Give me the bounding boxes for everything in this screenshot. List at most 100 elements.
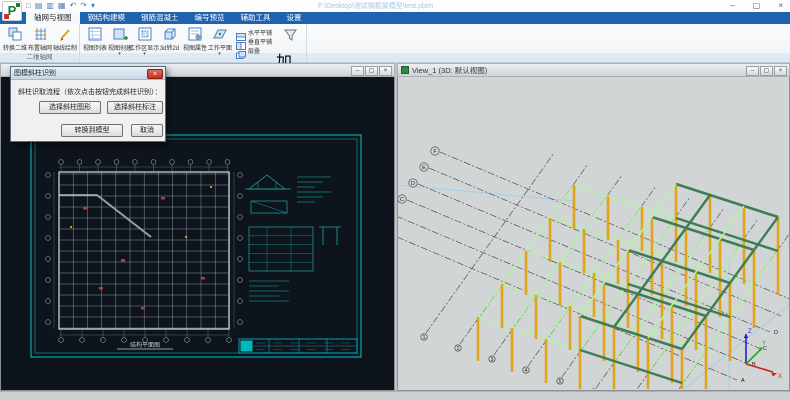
ribbon: 转换二维布置轴网轴线绘制二维轴网视图列表视图创建▾工作区显示▾3d转2d视图属性… xyxy=(0,24,790,63)
svg-text:D: D xyxy=(774,330,778,336)
close-button[interactable]: × xyxy=(775,0,786,11)
convert-icon xyxy=(7,26,23,42)
ribbon-group-0: 转换二维布置轴网轴线绘制二维轴网 xyxy=(0,24,80,62)
save-as-icon[interactable]: ▦ xyxy=(58,1,66,11)
columns xyxy=(478,184,778,389)
ribbon-button-label: 视图创建 xyxy=(108,42,132,51)
ribbon-group-1: 视图列表视图创建▾工作区显示▾3d转2d视图属性工作平面▾水平平铺垂直平铺层叠加… xyxy=(80,24,307,62)
quick-access-toolbar: □ ▤▥ ▦ ↶↷ ▾ xyxy=(26,1,95,11)
drawing-close-button[interactable]: × xyxy=(379,66,392,76)
ribbon-button-label: 布置轴网 xyxy=(28,42,52,51)
ribbon-button-label: 转换二维 xyxy=(3,42,27,51)
redo-icon[interactable]: ↷ xyxy=(80,1,87,11)
view3d-minimize-button[interactable]: ‒ xyxy=(746,66,759,76)
ribbon-tab-4[interactable]: 辅助工具 xyxy=(233,12,279,24)
plane-icon xyxy=(212,26,228,42)
open-file-icon[interactable]: ▤ xyxy=(35,1,43,11)
window-title: F:\Desktop\测试钢框架模型\test.pbim xyxy=(318,1,433,11)
steel-frame-3d-view[interactable]: FEDDCCBA12345678XYZ xyxy=(398,77,789,389)
drawing-maximize-button[interactable]: ▢ xyxy=(365,66,378,76)
svg-text:2: 2 xyxy=(457,346,460,352)
stack-button-label: 垂直平铺 xyxy=(248,36,272,45)
ribbon-button-label: 视图属性 xyxy=(183,42,207,51)
titlebar: P □▤▥▦↶↷▾ F:\Desktop\测试钢框架模型\test.pbim –… xyxy=(0,0,790,12)
cancel-button[interactable]: 取消 xyxy=(131,124,163,137)
cube-icon xyxy=(162,26,178,42)
beams-dark-level1 xyxy=(580,218,778,383)
stack-button-label: 水平平铺 xyxy=(248,27,272,36)
convert-to-model-button[interactable]: 转换到模型 xyxy=(61,124,123,137)
dialog-close-button[interactable]: × xyxy=(147,69,163,79)
select-column-shape-button[interactable]: 选择斜柱图形 xyxy=(39,101,101,114)
svg-text:4: 4 xyxy=(525,368,528,374)
ribbon-button-1-3[interactable]: 3d转2d xyxy=(157,25,182,52)
ribbon-button-1-2[interactable]: 工作区显示▾ xyxy=(132,25,157,56)
grid-icon xyxy=(32,26,48,42)
plan-grid xyxy=(59,172,229,329)
ribbon-tab-3[interactable]: 编号预览 xyxy=(187,12,233,24)
svg-text:1: 1 xyxy=(423,335,426,341)
cascade-icon xyxy=(236,46,246,54)
ribbon-button-1-5[interactable]: 工作平面▾ xyxy=(207,25,232,56)
ribbon-tab-1[interactable]: 钢结构建模 xyxy=(80,12,134,24)
view3d-title: View_1 (3D: 默认视图) xyxy=(412,65,487,76)
tileh-icon xyxy=(236,28,246,36)
svg-text:3: 3 xyxy=(491,357,494,363)
save-icon[interactable]: ▥ xyxy=(46,1,54,11)
select-column-annotation-button[interactable]: 选择斜柱标注 xyxy=(107,101,163,114)
ribbon-tab-0[interactable]: 轴网与视图 xyxy=(26,12,80,24)
view3d-icon xyxy=(401,66,409,74)
logo-red-accent xyxy=(4,14,9,19)
view3d-window-titlebar[interactable]: View_1 (3D: 默认视图) ‒ ▢ × xyxy=(397,63,790,77)
ribbon-tab-2[interactable]: 钢筋混凝土 xyxy=(133,12,187,24)
dialog-titlebar[interactable]: 图模斜柱识别 xyxy=(11,67,165,80)
ribbon-button-0-2[interactable]: 轴线绘制 xyxy=(52,25,77,52)
plan-graphics: 结构平面图 xyxy=(31,135,361,357)
stack-button-2[interactable]: 层叠 xyxy=(236,45,274,54)
dialog-message: 斜柱识取流程（依次点击按钮完成斜柱识别）： xyxy=(18,87,162,97)
detail-drawings xyxy=(245,175,341,301)
ribbon-button-label: 3d转2d xyxy=(160,42,179,51)
svg-text:5: 5 xyxy=(559,379,562,385)
props-icon xyxy=(187,26,203,42)
plan-title-text: 结构平面图 xyxy=(130,341,160,349)
inclined-column-recognition-dialog: 图模斜柱识别 × 斜柱识取流程（依次点击按钮完成斜柱识别）： 选择斜柱图形 选择… xyxy=(10,66,166,142)
pencil-icon xyxy=(57,26,73,42)
stack-button-1[interactable]: 垂直平铺 xyxy=(236,36,274,45)
undo-icon[interactable]: ↶ xyxy=(70,1,77,11)
minimize-button[interactable]: – xyxy=(727,0,737,11)
view3d-canvas[interactable]: FEDDCCBA12345678XYZ xyxy=(397,77,790,391)
dialog-title: 图模斜柱识别 xyxy=(14,68,56,78)
application-window: P □ ▤▥ ▦ ↶↷ ▾ F:\Desktop\测试钢框架模型\test.pbim –… xyxy=(0,0,790,400)
svg-text:C: C xyxy=(400,197,404,203)
chevron-down-icon: ▾ xyxy=(218,52,221,56)
ribbon-button-1-4[interactable]: 视图属性 xyxy=(182,25,207,52)
ribbon-button-0-1[interactable]: 布置轴网 xyxy=(27,25,52,52)
svg-text:Z: Z xyxy=(748,329,752,335)
maximize-button[interactable]: ▢ xyxy=(750,0,764,11)
ribbon-button-label: 轴线绘制 xyxy=(53,42,77,51)
ribbon-button-label: 工作区显示 xyxy=(130,42,160,51)
tile-stack: 水平平铺垂直平铺层叠 xyxy=(232,25,276,54)
svg-text:E: E xyxy=(422,165,426,171)
view3d-close-button[interactable]: × xyxy=(774,66,787,76)
svg-text:A: A xyxy=(741,378,745,384)
view3d-maximize-button[interactable]: ▢ xyxy=(760,66,773,76)
ribbon-button-label: 视图列表 xyxy=(83,42,107,51)
ribbon-button-1-1[interactable]: 视图创建▾ xyxy=(107,25,132,56)
svg-text:X: X xyxy=(778,374,782,380)
app-logo[interactable]: P xyxy=(2,1,22,21)
chevron-down-icon: ▾ xyxy=(118,52,121,56)
tilev-icon xyxy=(236,37,246,45)
stack-button-label: 层叠 xyxy=(248,45,260,54)
dropdown-icon[interactable]: ▾ xyxy=(91,1,95,11)
ribbon-button-1-0[interactable]: 视图列表 xyxy=(82,25,107,52)
chevron-down-icon: ▾ xyxy=(143,52,146,56)
list-icon xyxy=(87,26,103,42)
status-bar xyxy=(0,391,790,400)
ribbon-tab-5[interactable]: 设置 xyxy=(279,12,310,24)
stack-button-0[interactable]: 水平平铺 xyxy=(236,27,274,36)
new-file-icon[interactable]: □ xyxy=(26,1,31,11)
ribbon-button-0-0[interactable]: 转换二维 xyxy=(2,25,27,52)
drawing-minimize-button[interactable]: ‒ xyxy=(351,66,364,76)
